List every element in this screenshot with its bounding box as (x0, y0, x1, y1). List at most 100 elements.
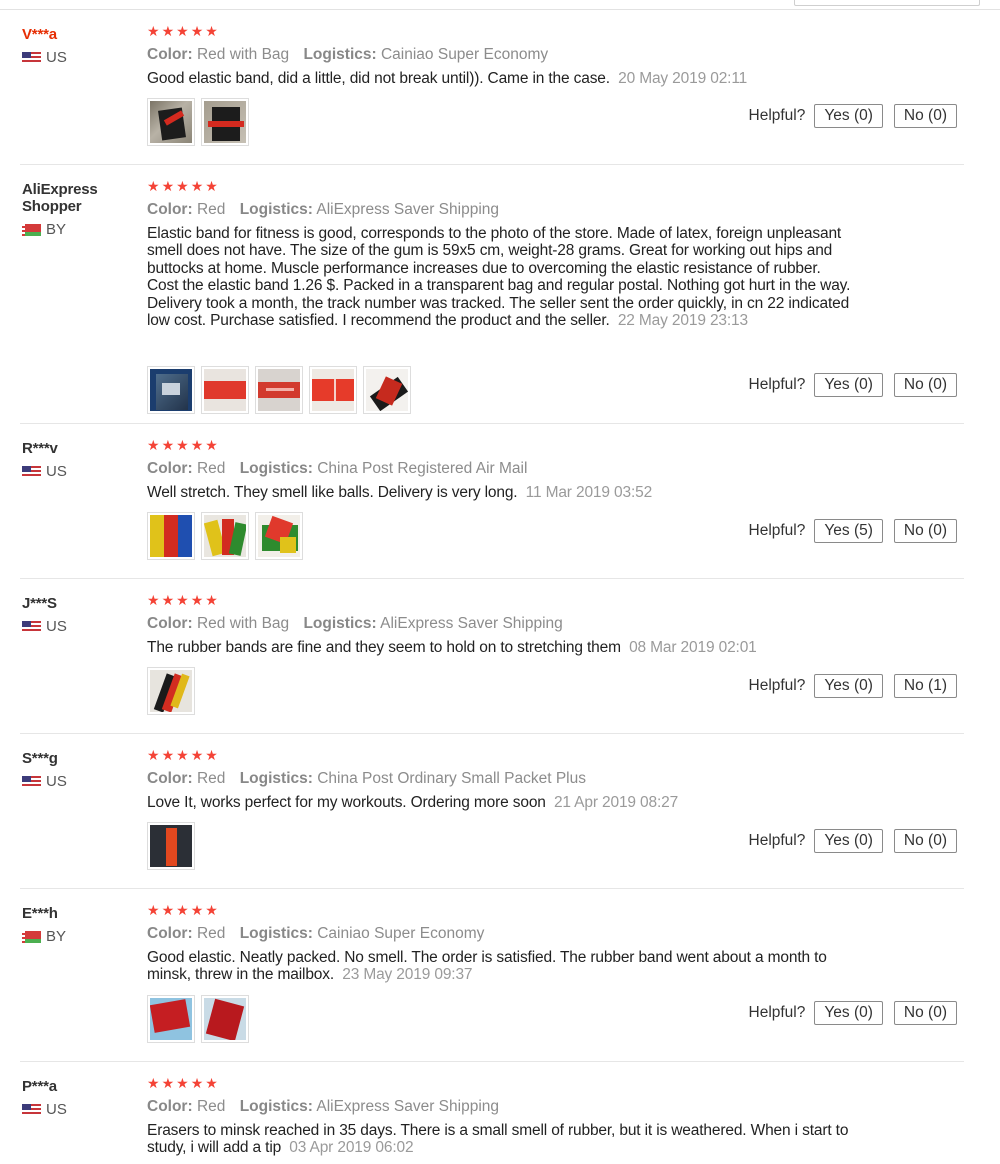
review-body: Good elastic band, did a little, did not… (147, 70, 610, 87)
color-key: Color: (147, 1098, 193, 1115)
helpful-no-button[interactable]: No (0) (893, 519, 957, 543)
sort-select[interactable] (794, 0, 980, 6)
star-rating: ★ ★ ★ ★ ★ (147, 903, 867, 919)
star-icon: ★ (176, 179, 189, 195)
review-text: Good elastic band, did a little, did not… (147, 70, 867, 87)
review-item: E***h BY ★ ★ ★ ★ ★ Color: Red Logistics: Cai… (0, 889, 1000, 1062)
review-photo-thumbnail[interactable] (147, 822, 195, 870)
review-text: Good elastic. Neatly packed. No smell. T… (147, 949, 837, 984)
star-icon: ★ (205, 1076, 218, 1092)
star-icon: ★ (147, 438, 160, 454)
country-code: US (46, 618, 67, 635)
review-body: Good elastic. Neatly packed. No smell. T… (147, 949, 827, 984)
review-photos (147, 98, 249, 146)
country-code: US (46, 463, 67, 480)
review-photo-thumbnail[interactable] (309, 366, 357, 414)
helpful-no-button[interactable]: No (1) (893, 674, 957, 698)
star-icon: ★ (161, 748, 175, 764)
us-flag-icon (22, 620, 41, 633)
star-icon: ★ (161, 1076, 175, 1092)
star-rating: ★ ★ ★ ★ ★ (147, 438, 867, 454)
logistics-value: AliExpress Saver Shipping (380, 615, 563, 632)
country-code: US (46, 773, 67, 790)
review-photo-thumbnail[interactable] (255, 512, 303, 560)
review-item: V***a US ★ ★ ★ ★ ★ Color: Red with Bag Logis… (0, 10, 1000, 165)
review-photo-thumbnail[interactable] (147, 995, 195, 1043)
star-icon: ★ (205, 748, 218, 764)
helpful-vote: Helpful? Yes (0) No (0) (749, 373, 957, 397)
review-text: The rubber bands are fine and they seem … (147, 639, 867, 656)
review-date: 21 Apr 2019 08:27 (553, 794, 679, 811)
helpful-yes-button[interactable]: Yes (0) (814, 1001, 883, 1025)
logistics-value: AliExpress Saver Shipping (316, 1098, 500, 1115)
user-country: US (22, 463, 132, 480)
star-icon: ★ (176, 593, 189, 609)
helpful-yes-button[interactable]: Yes (0) (814, 829, 883, 853)
review-meta: Color: Red with Bag Logistics: Cainiao S… (147, 46, 867, 64)
review-user: J***S US (22, 595, 132, 635)
review-body: Love It, works perfect for my workouts. … (147, 794, 546, 811)
review-photo-thumbnail[interactable] (201, 995, 249, 1043)
review-content: ★ ★ ★ ★ ★ Color: Red Logistics: Cainiao Supe… (147, 903, 867, 984)
logistics-value: China Post Ordinary Small Packet Plus (317, 770, 586, 787)
review-photo-thumbnail[interactable] (201, 366, 249, 414)
review-photo-thumbnail[interactable] (147, 98, 195, 146)
star-icon: ★ (176, 1076, 189, 1092)
helpful-vote: Helpful? Yes (0) No (0) (748, 104, 957, 128)
helpful-yes-button[interactable]: Yes (0) (814, 373, 883, 397)
star-icon: ★ (205, 179, 218, 195)
helpful-no-button[interactable]: No (0) (893, 1001, 957, 1025)
logistics-key: Logistics: (239, 201, 313, 218)
review-text: Elastic band for fitness is good, corres… (147, 225, 852, 329)
review-meta: Color: Red Logistics: China Post Registe… (147, 460, 867, 478)
review-item: P***a US ★ ★ ★ ★ ★ Color: Red Logistics: Ali… (0, 1062, 1000, 1164)
review-user: R***v US (22, 440, 132, 480)
color-key: Color: (147, 925, 193, 942)
helpful-yes-button[interactable]: Yes (5) (814, 519, 883, 543)
helpful-no-button[interactable]: No (0) (893, 829, 957, 853)
star-icon: ★ (190, 438, 204, 454)
helpful-yes-button[interactable]: Yes (0) (814, 104, 883, 128)
star-icon: ★ (147, 748, 160, 764)
review-date: 11 Mar 2019 03:52 (525, 484, 653, 501)
logistics-value: Cainiao Super Economy (380, 46, 549, 63)
helpful-label: Helpful? (748, 677, 806, 694)
review-photos (147, 995, 249, 1043)
helpful-no-button[interactable]: No (0) (893, 373, 957, 397)
review-photo-thumbnail[interactable] (201, 98, 249, 146)
review-user: S***g US (22, 750, 132, 790)
helpful-vote: Helpful? Yes (0) No (1) (748, 674, 957, 698)
helpful-label: Helpful? (748, 107, 806, 124)
star-icon: ★ (147, 24, 160, 40)
review-body: Erasers to minsk reached in 35 days. The… (147, 1122, 849, 1157)
helpful-no-button[interactable]: No (0) (893, 104, 957, 128)
color-value: Red (196, 460, 226, 477)
review-photo-thumbnail[interactable] (147, 667, 195, 715)
review-photo-thumbnail[interactable] (255, 366, 303, 414)
review-content: ★ ★ ★ ★ ★ Color: Red Logistics: AliExpress S… (147, 179, 867, 329)
color-value: Red with Bag (196, 615, 290, 632)
logistics-value: AliExpress Saver Shipping (316, 201, 500, 218)
review-meta: Color: Red Logistics: Cainiao Super Econ… (147, 925, 867, 943)
color-key: Color: (147, 615, 193, 632)
logistics-key: Logistics: (239, 925, 313, 942)
country-code: BY (46, 221, 67, 238)
review-content: ★ ★ ★ ★ ★ Color: Red with Bag Logistics: Ali… (147, 593, 867, 656)
color-value: Red (196, 770, 226, 787)
star-icon: ★ (190, 24, 204, 40)
helpful-yes-button[interactable]: Yes (0) (814, 674, 883, 698)
review-date: 03 Apr 2019 06:02 (289, 1139, 414, 1157)
review-photos (147, 667, 195, 715)
star-icon: ★ (190, 1076, 204, 1092)
us-flag-icon (22, 51, 41, 64)
logistics-key: Logistics: (239, 460, 313, 477)
review-photo-thumbnail[interactable] (147, 366, 195, 414)
review-photo-thumbnail[interactable] (147, 512, 195, 560)
review-photo-thumbnail[interactable] (201, 512, 249, 560)
review-photo-thumbnail[interactable] (363, 366, 411, 414)
helpful-vote: Helpful? Yes (0) No (0) (749, 829, 957, 853)
star-icon: ★ (176, 438, 189, 454)
star-icon: ★ (205, 438, 218, 454)
user-name: S***g (22, 750, 58, 767)
star-rating: ★ ★ ★ ★ ★ (147, 179, 867, 195)
